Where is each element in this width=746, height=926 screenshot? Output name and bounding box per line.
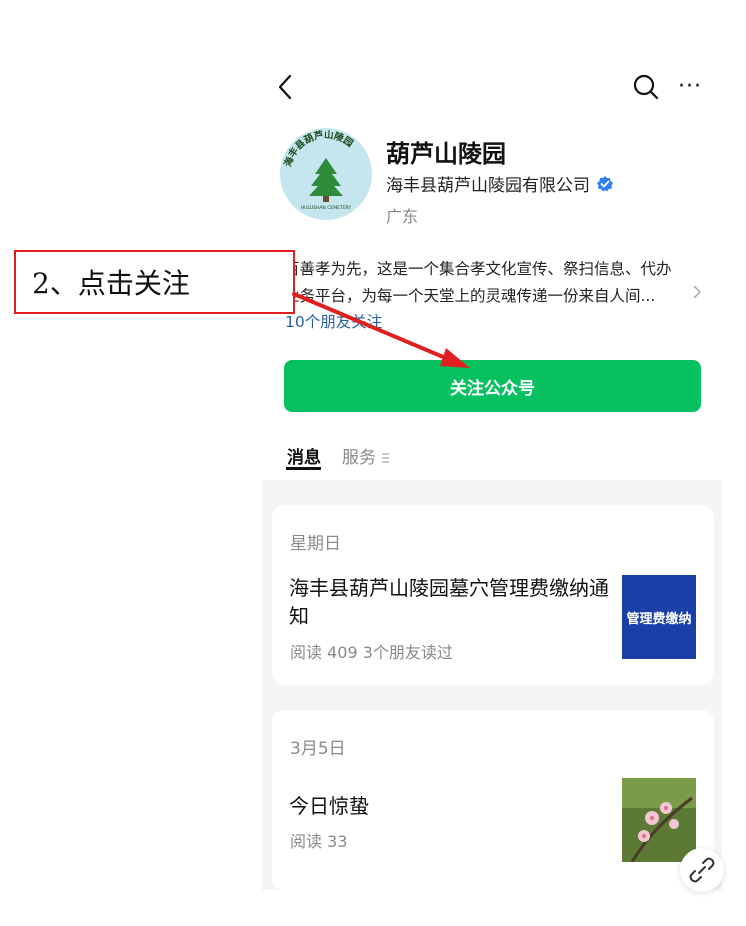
article-card[interactable]: 星期日 海丰县葫芦山陵园墓穴管理费缴纳通 知 阅读 409 3个朋友读过 管理费… [272, 505, 714, 685]
description-line: 业务平台，为每一个天堂上的灵魂传递一份来自人间... [284, 287, 656, 305]
chevron-right-icon[interactable] [690, 282, 704, 302]
article-meta: 阅读 409 3个朋友读过 [290, 643, 453, 662]
article-title: 今日惊蛰 [289, 794, 369, 818]
follow-account-button[interactable]: 关注公众号 [284, 360, 701, 412]
cemetery-logo: 海丰县葫芦山陵园 HULUSHAN CEMETERY [282, 129, 355, 211]
account-avatar[interactable]: 海丰县葫芦山陵园 HULUSHAN CEMETERY [280, 128, 372, 220]
verified-badge-icon [597, 175, 613, 191]
more-options-button[interactable]: ··· [678, 72, 706, 102]
article-thumbnail: 管理费缴纳 [622, 575, 696, 659]
search-icon [633, 74, 659, 100]
account-name: 葫芦山陵园 [386, 140, 506, 168]
svg-text:海丰县葫芦山陵园: 海丰县葫芦山陵园 [282, 129, 355, 168]
avatar-text-bottom: HULUSHAN CEMETERY [301, 205, 352, 211]
article-card[interactable]: 3月5日 今日惊蛰 阅读 33 [272, 710, 714, 890]
owner-name: 海丰县葫芦山陵园有限公司 [386, 176, 590, 196]
article-title: 海丰县葫芦山陵园墓穴管理费缴纳通 知 [289, 574, 614, 630]
tab-services[interactable]: 服务 [342, 443, 391, 468]
search-button[interactable] [630, 70, 662, 104]
tab-messages[interactable]: 消息 [287, 443, 321, 468]
article-meta: 阅读 33 [290, 832, 348, 851]
link-icon [689, 857, 715, 883]
tab-services-label: 服务 [342, 448, 376, 468]
back-button[interactable] [272, 70, 300, 104]
chevron-left-icon [278, 74, 292, 100]
menu-lines-icon [382, 453, 390, 463]
annotation-callout: 2、点击关注 [14, 250, 295, 314]
article-title-line: 知 [289, 604, 309, 628]
description-line: 百善孝为先，这是一个集合孝文化宣传、祭扫信息、代办 [284, 260, 672, 278]
article-title-line: 海丰县葫芦山陵园墓穴管理费缴纳通 [289, 576, 609, 600]
account-region: 广东 [386, 207, 419, 226]
avatar-text-top: 海丰县葫芦山陵园 [282, 129, 355, 168]
article-date: 3月5日 [290, 739, 346, 759]
friends-following-link[interactable]: 10个朋友关注 [285, 310, 382, 332]
floating-link-button[interactable] [680, 848, 724, 892]
account-description[interactable]: 百善孝为先，这是一个集合孝文化宣传、祭扫信息、代办 业务平台，为每一个天堂上的灵… [284, 256, 688, 310]
account-owner[interactable]: 海丰县葫芦山陵园有限公司 [386, 171, 614, 196]
active-tab-indicator [286, 467, 321, 470]
article-date: 星期日 [290, 534, 341, 554]
